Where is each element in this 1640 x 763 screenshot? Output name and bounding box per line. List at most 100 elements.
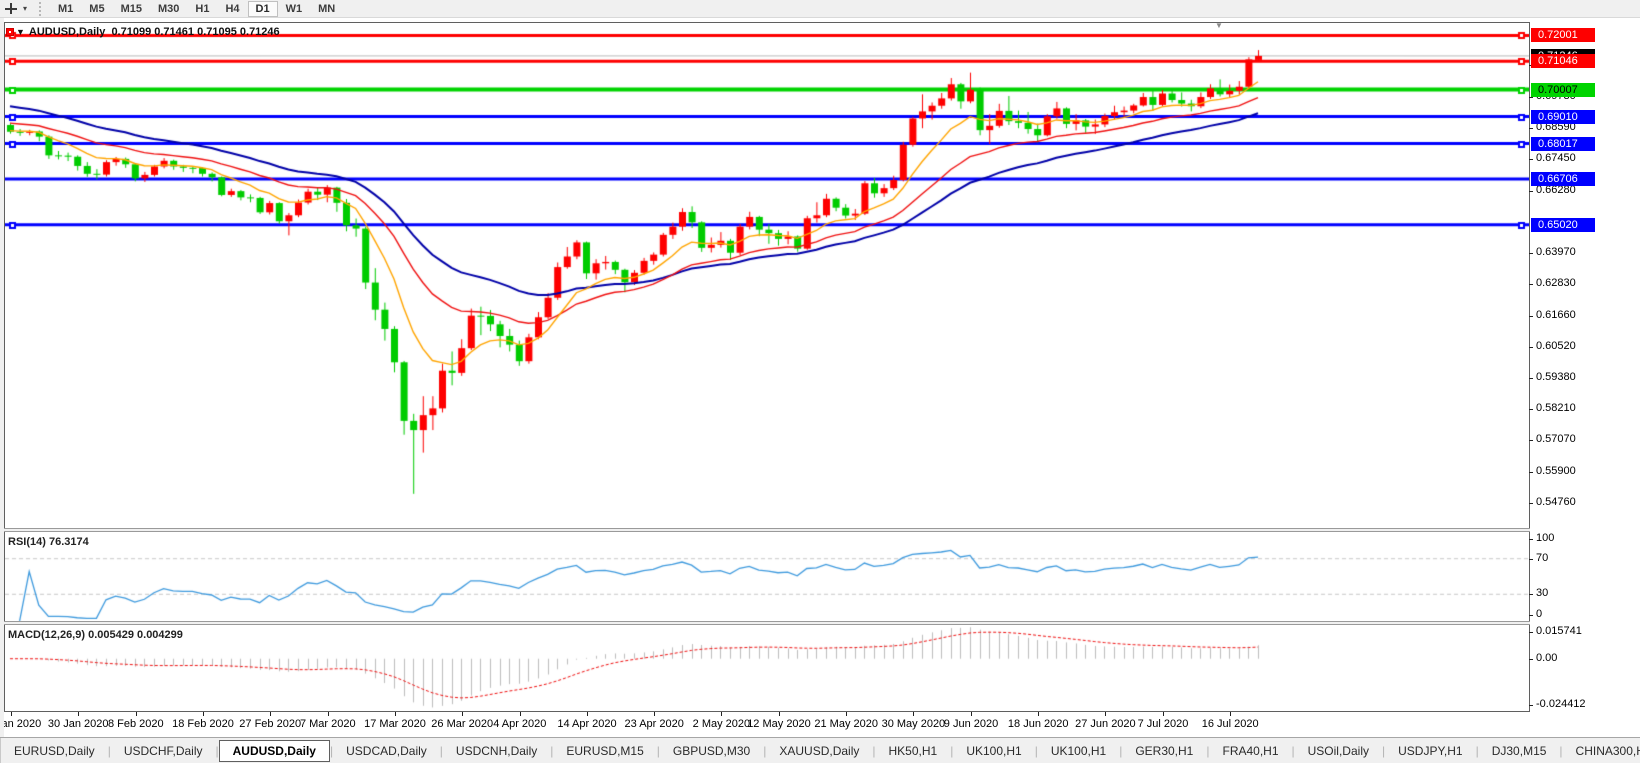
date-tick-mark	[462, 712, 464, 716]
tab-usdjpy-h1[interactable]: USDJPY,H1	[1385, 740, 1475, 762]
date-label: 12 May 2020	[747, 718, 811, 730]
date-tick-mark	[1038, 712, 1040, 716]
chevron-down-icon[interactable]: ▾	[23, 4, 33, 13]
tab-gbpusd-m30[interactable]: GBPUSD,M30	[660, 740, 763, 762]
axis-tick-0.62830: 0.62830	[1536, 277, 1576, 290]
axis-tick-0.55900: 0.55900	[1536, 465, 1576, 478]
date-label: 18 Feb 2020	[172, 718, 234, 730]
tab-ger30-h1[interactable]: GER30,H1	[1122, 740, 1206, 762]
date-tick-mark	[654, 712, 656, 716]
chart-shift-marker-icon[interactable]: ▼	[1215, 21, 1223, 30]
axis-tick-0.63970: 0.63970	[1536, 246, 1576, 259]
axis-tick-rsi-100: 100	[1536, 532, 1555, 544]
tab-eurusd-m15[interactable]: EURUSD,M15	[553, 740, 656, 762]
tab-usdcad-daily[interactable]: USDCAD,Daily	[333, 740, 440, 762]
axis-tick-0.54760: 0.54760	[1536, 496, 1576, 509]
date-label: 9 Jun 2020	[943, 718, 999, 730]
price-label-0.65020: 0.65020	[1531, 217, 1595, 232]
tab-uk100-h1[interactable]: UK100,H1	[953, 740, 1034, 762]
date-tick-mark	[135, 712, 137, 716]
axis-tick-mark	[1529, 503, 1533, 505]
date-axis[interactable]: 21 Jan 202030 Jan 20208 Feb 202018 Feb 2…	[4, 712, 1529, 737]
axis-tick-mark	[1529, 377, 1533, 379]
axis-tick-mark	[1529, 440, 1533, 442]
tab-fra40-h1[interactable]: FRA40,H1	[1209, 740, 1291, 762]
tab-china300-h4[interactable]: CHINA300,H4	[1563, 740, 1640, 762]
timeframe-button-mn[interactable]: MN	[310, 1, 343, 17]
symbol-tab-bar: EURUSD,Daily | USDCHF,Daily | AUDUSD,Daily | U…	[0, 737, 1640, 763]
date-label: 21 May 2020	[814, 718, 878, 730]
date-label: 23 Apr 2020	[624, 718, 684, 730]
date-label: 16 Jul 2020	[1201, 718, 1259, 730]
date-tick-mark	[1105, 712, 1107, 716]
timeframe-toolbar: ▾ M1 M5 M15 M30 H1 H4 D1 W1 MN	[0, 0, 1640, 18]
axis-tick-rsi-0: 0	[1536, 608, 1543, 620]
trendline-handle[interactable]	[6, 28, 14, 36]
timeframe-button-m5[interactable]: M5	[81, 1, 112, 17]
timeframe-button-h1[interactable]: H1	[187, 1, 217, 17]
date-tick-mark	[587, 712, 588, 716]
chart-marker-icon: ▼	[16, 27, 25, 37]
timeframe-button-h4[interactable]: H4	[217, 1, 247, 17]
tab-usoil-daily[interactable]: USOil,Daily	[1295, 740, 1382, 762]
date-label: 7 Jul 2020	[1137, 718, 1189, 730]
axis-tick-0.67450: 0.67450	[1536, 151, 1576, 164]
tab-hk50-h1[interactable]: HK50,H1	[876, 740, 951, 762]
macd-indicator-label: MACD(12,26,9) 0.005429 0.004299	[8, 629, 183, 641]
tab-dj30-m15[interactable]: DJ30,M15	[1479, 740, 1560, 762]
tab-usdchf-daily[interactable]: USDCHF,Daily	[111, 740, 216, 762]
axis-tick-mark	[1529, 472, 1533, 474]
price-label-0.69010: 0.69010	[1531, 109, 1595, 124]
price-label-0.68017: 0.68017	[1531, 136, 1595, 151]
date-label: 7 Mar 2020	[299, 718, 356, 730]
date-tick-mark	[203, 712, 204, 716]
price-chart-canvas[interactable]	[5, 23, 1529, 712]
date-tick-mark	[270, 712, 272, 716]
tab-usdcnh-daily[interactable]: USDCNH,Daily	[443, 740, 550, 762]
date-label: 18 Jun 2020	[1007, 718, 1069, 730]
timeframe-button-d1[interactable]: D1	[247, 0, 278, 17]
timeframe-button-m1[interactable]: M1	[50, 1, 81, 17]
axis-tick-mark	[1529, 594, 1533, 596]
date-label: 8 Feb 2020	[107, 718, 164, 730]
tab-audusd-daily[interactable]: AUDUSD,Daily	[218, 739, 330, 762]
axis-tick-macd-0.015741: 0.015741	[1536, 625, 1582, 637]
date-tick-mark	[11, 712, 12, 716]
price-label-0.72001: 0.72001	[1531, 28, 1595, 43]
panel-splitter-rsi-macd[interactable]	[4, 621, 1640, 625]
date-tick-mark	[78, 712, 80, 716]
date-tick-mark	[913, 712, 915, 716]
panel-splitter-main-rsi[interactable]	[4, 528, 1640, 532]
tab-eurusd-daily[interactable]: EURUSD,Daily	[1, 740, 108, 762]
date-tick-mark	[327, 712, 329, 716]
axis-tick-mark	[1529, 315, 1533, 317]
chart-title: AUDUSD,Daily 0.71099 0.71461 0.71095 0.7…	[28, 26, 280, 38]
price-axis[interactable]: 0.709000.697300.685900.674500.662800.639…	[1529, 22, 1640, 712]
axis-tick-0.59380: 0.59380	[1536, 370, 1576, 383]
axis-tick-mark	[1529, 284, 1533, 286]
timeframe-button-m30[interactable]: M30	[150, 1, 187, 17]
axis-tick-rsi-70: 70	[1536, 551, 1549, 564]
axis-tick-macd-0.00: 0.00	[1536, 651, 1558, 664]
axis-tick-mark	[1529, 558, 1533, 560]
axis-tick-rsi-30: 30	[1536, 587, 1549, 600]
timeframe-button-w1[interactable]: W1	[278, 1, 311, 17]
price-label-0.71046: 0.71046	[1531, 54, 1595, 69]
axis-tick-0.60520: 0.60520	[1536, 339, 1576, 352]
crosshair-tool-icon[interactable]	[3, 1, 23, 17]
date-tick-mark	[846, 712, 848, 716]
timeframe-buttons: M1 M5 M15 M30 H1 H4 D1 W1 MN	[50, 0, 343, 17]
axis-tick-mark	[1529, 705, 1533, 706]
tab-uk100-h1[interactable]: UK100,H1	[1038, 740, 1119, 762]
chart-border-left	[4, 22, 5, 712]
axis-tick-mark	[1529, 658, 1533, 660]
axis-tick-mark	[1529, 158, 1533, 160]
axis-tick-mark	[1529, 253, 1533, 255]
date-tick-mark	[1230, 712, 1232, 716]
date-label: 21 Jan 2020	[4, 718, 42, 730]
tab-xauusd-daily[interactable]: XAUUSD,Daily	[766, 740, 872, 762]
toolbar-grip-handle[interactable]	[39, 1, 46, 16]
timeframe-button-m15[interactable]: M15	[113, 1, 150, 17]
axis-tick-macd--0.024412: -0.024412	[1536, 698, 1586, 710]
axis-tick-mark	[1529, 539, 1533, 540]
